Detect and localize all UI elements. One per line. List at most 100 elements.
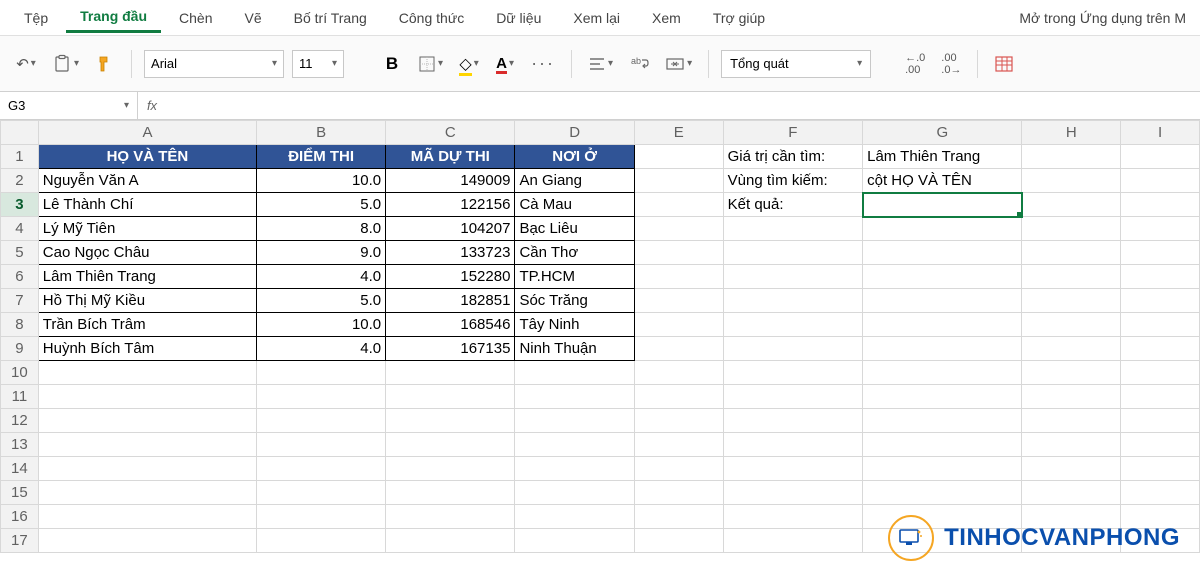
row-header-7[interactable]: 7 [1,289,39,313]
cell-D14[interactable] [515,457,634,481]
tab-công-thức[interactable]: Công thức [385,4,478,32]
cell-B13[interactable] [257,433,386,457]
cell-B3[interactable]: 5.0 [257,193,386,217]
cell-A1[interactable]: HỌ VÀ TÊN [38,145,256,169]
cell-F11[interactable] [723,385,862,409]
cell-D5[interactable]: Cần Thơ [515,241,634,265]
format-painter-button[interactable] [91,48,119,80]
cell-B4[interactable]: 8.0 [257,217,386,241]
cell-C16[interactable] [386,505,515,529]
cell-G9[interactable] [863,337,1022,361]
cell-G6[interactable] [863,265,1022,289]
col-header-H[interactable]: H [1022,121,1121,145]
cell-F16[interactable] [723,505,862,529]
open-in-app-link[interactable]: Mở trong Ứng dụng trên M [1019,10,1190,26]
cell-C15[interactable] [386,481,515,505]
cell-E6[interactable] [634,265,723,289]
cell-E9[interactable] [634,337,723,361]
cell-A14[interactable] [38,457,256,481]
col-header-G[interactable]: G [863,121,1022,145]
cell-G10[interactable] [863,361,1022,385]
cell-B1[interactable]: ĐIỂM THI [257,145,386,169]
cell-H10[interactable] [1022,361,1121,385]
cell-E4[interactable] [634,217,723,241]
cell-B2[interactable]: 10.0 [257,169,386,193]
cell-F14[interactable] [723,457,862,481]
cell-D4[interactable]: Bạc Liêu [515,217,634,241]
cell-B7[interactable]: 5.0 [257,289,386,313]
row-header-14[interactable]: 14 [1,457,39,481]
cell-F5[interactable] [723,241,862,265]
fill-color-button[interactable]: ◇▾ [455,48,483,80]
cell-D17[interactable] [515,529,634,553]
cell-E1[interactable] [634,145,723,169]
row-header-10[interactable]: 10 [1,361,39,385]
row-header-4[interactable]: 4 [1,217,39,241]
cell-A10[interactable] [38,361,256,385]
tab-xem[interactable]: Xem [638,4,695,32]
cell-H13[interactable] [1022,433,1121,457]
cell-E7[interactable] [634,289,723,313]
align-button[interactable]: ▾ [584,48,617,80]
cell-I7[interactable] [1121,289,1200,313]
cell-C12[interactable] [386,409,515,433]
row-header-8[interactable]: 8 [1,313,39,337]
cell-E16[interactable] [634,505,723,529]
cell-F8[interactable] [723,313,862,337]
cell-I4[interactable] [1121,217,1200,241]
cell-I5[interactable] [1121,241,1200,265]
cell-D12[interactable] [515,409,634,433]
cell-E5[interactable] [634,241,723,265]
cell-H6[interactable] [1022,265,1121,289]
cell-I8[interactable] [1121,313,1200,337]
cell-C17[interactable] [386,529,515,553]
cell-A12[interactable] [38,409,256,433]
number-format-select[interactable]: Tổng quát▾ [721,50,871,78]
cell-A6[interactable]: Lâm Thiên Trang [38,265,256,289]
cell-C4[interactable]: 104207 [386,217,515,241]
row-header-15[interactable]: 15 [1,481,39,505]
cell-A4[interactable]: Lý Mỹ Tiên [38,217,256,241]
cell-G1[interactable]: Lâm Thiên Trang [863,145,1022,169]
cell-E14[interactable] [634,457,723,481]
col-header-E[interactable]: E [634,121,723,145]
font-size-select[interactable]: 11▾ [292,50,344,78]
font-color-button[interactable]: A▾ [491,48,519,80]
cell-A17[interactable] [38,529,256,553]
cell-G2[interactable]: cột HỌ VÀ TÊN [863,169,1022,193]
cell-H1[interactable] [1022,145,1121,169]
cell-A13[interactable] [38,433,256,457]
cell-B10[interactable] [257,361,386,385]
cell-G8[interactable] [863,313,1022,337]
cell-F4[interactable] [723,217,862,241]
cell-A9[interactable]: Huỳnh Bích Tâm [38,337,256,361]
cell-D7[interactable]: Sóc Trăng [515,289,634,313]
select-all-corner[interactable] [1,121,39,145]
cell-G11[interactable] [863,385,1022,409]
cell-C2[interactable]: 149009 [386,169,515,193]
cell-H7[interactable] [1022,289,1121,313]
row-header-6[interactable]: 6 [1,265,39,289]
cell-B5[interactable]: 9.0 [257,241,386,265]
row-header-1[interactable]: 1 [1,145,39,169]
cell-F3[interactable]: Kết quả: [723,193,862,217]
cell-A5[interactable]: Cao Ngọc Châu [38,241,256,265]
bold-button[interactable]: B [378,48,406,80]
more-font-button[interactable]: ··· [527,48,559,80]
cell-C5[interactable]: 133723 [386,241,515,265]
cell-G12[interactable] [863,409,1022,433]
cell-F10[interactable] [723,361,862,385]
cell-I9[interactable] [1121,337,1200,361]
cell-D9[interactable]: Ninh Thuận [515,337,634,361]
cell-F13[interactable] [723,433,862,457]
cell-C8[interactable]: 168546 [386,313,515,337]
cell-F15[interactable] [723,481,862,505]
cell-G4[interactable] [863,217,1022,241]
cell-A16[interactable] [38,505,256,529]
cell-C11[interactable] [386,385,515,409]
cell-I2[interactable] [1121,169,1200,193]
cell-A15[interactable] [38,481,256,505]
cell-C1[interactable]: MÃ DỰ THI [386,145,515,169]
cell-A7[interactable]: Hồ Thị Mỹ Kiều [38,289,256,313]
cell-A2[interactable]: Nguyễn Văn A [38,169,256,193]
